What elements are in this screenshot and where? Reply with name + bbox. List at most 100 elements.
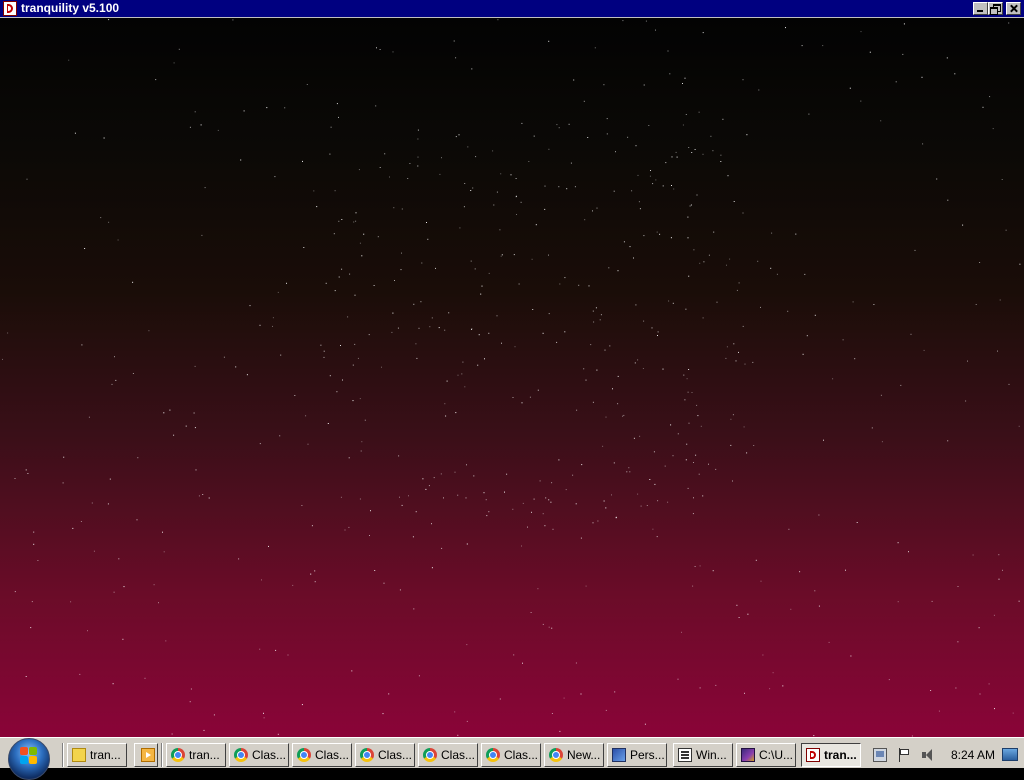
star <box>609 345 611 347</box>
star <box>100 217 102 219</box>
star <box>684 399 686 401</box>
show-desktop-icon[interactable] <box>1002 748 1018 761</box>
task-button-chrome[interactable]: Clas... <box>229 743 289 767</box>
star <box>531 511 532 513</box>
task-button-chrome[interactable]: Clas... <box>481 743 541 767</box>
star <box>656 231 658 233</box>
task-button-command-prompt[interactable]: C:\U... <box>736 743 796 767</box>
star <box>431 523 432 525</box>
restore-button[interactable] <box>988 2 1003 15</box>
star <box>504 491 505 493</box>
star <box>132 281 134 283</box>
star <box>155 79 157 81</box>
star <box>822 45 824 47</box>
chrome-icon <box>486 748 500 762</box>
star <box>417 138 419 140</box>
media-player-icon <box>141 748 155 762</box>
star <box>818 605 820 607</box>
star <box>464 183 466 184</box>
star <box>457 374 459 376</box>
star <box>633 437 635 439</box>
task-label: Clas... <box>252 748 287 762</box>
tranquility-app-icon[interactable] <box>3 1 17 16</box>
star <box>470 190 472 191</box>
task-button-media-player[interactable] <box>134 743 158 767</box>
volume-icon[interactable] <box>921 748 935 762</box>
star <box>643 320 645 322</box>
star <box>323 350 325 352</box>
star <box>373 285 375 286</box>
star <box>392 51 394 53</box>
star <box>605 416 607 418</box>
star <box>699 687 701 689</box>
star <box>634 362 636 364</box>
star <box>673 188 675 190</box>
star <box>340 345 341 346</box>
star <box>688 275 690 277</box>
star <box>888 679 890 681</box>
star <box>542 513 544 515</box>
star <box>458 134 460 136</box>
star <box>238 558 240 560</box>
minimize-button[interactable] <box>973 2 988 15</box>
star <box>683 374 685 376</box>
title-bar: tranquility v5.100 <box>0 0 1024 18</box>
star <box>144 677 146 679</box>
star <box>708 463 709 465</box>
star <box>947 440 949 442</box>
star <box>232 19 234 21</box>
star <box>564 277 566 279</box>
star <box>585 585 587 587</box>
star <box>379 49 381 50</box>
star <box>475 156 477 158</box>
star <box>513 254 515 256</box>
task-button-chrome[interactable]: New... <box>544 743 604 767</box>
star <box>592 522 594 524</box>
task-button-chrome[interactable]: tran... <box>166 743 226 767</box>
star <box>14 591 16 593</box>
star <box>979 262 981 263</box>
network-icon[interactable] <box>873 748 887 762</box>
clock[interactable]: 8:24 AM <box>951 747 995 763</box>
star <box>947 199 949 201</box>
close-button[interactable] <box>1006 2 1021 15</box>
star <box>361 441 363 443</box>
star <box>897 542 899 544</box>
star <box>426 222 427 223</box>
star <box>813 735 815 737</box>
task-button-personalization[interactable]: Pers... <box>607 743 667 767</box>
windows-start-orb-icon <box>8 738 50 780</box>
tranquility-app-icon <box>806 748 820 762</box>
task-button-chrome[interactable]: Clas... <box>355 743 415 767</box>
star <box>551 713 553 714</box>
task-button-tranquility[interactable]: tran... <box>801 743 861 767</box>
star <box>305 415 307 417</box>
star <box>368 334 370 336</box>
star <box>14 478 16 479</box>
star <box>732 480 733 482</box>
star <box>87 630 88 632</box>
star <box>280 354 282 356</box>
star <box>301 505 303 506</box>
star <box>360 450 362 452</box>
task-button-chrome[interactable]: Clas... <box>418 743 478 767</box>
star <box>599 319 601 321</box>
star <box>677 678 679 680</box>
star <box>217 129 219 131</box>
star <box>583 368 585 370</box>
star <box>467 146 469 148</box>
task-button-chrome[interactable]: Clas... <box>292 743 352 767</box>
start-button[interactable] <box>8 738 50 780</box>
star <box>2 358 3 360</box>
star <box>249 305 251 307</box>
star <box>408 495 409 497</box>
star <box>635 304 637 306</box>
star <box>165 640 167 642</box>
task-button-explorer[interactable]: tran... <box>67 743 127 767</box>
action-center-flag-icon[interactable] <box>897 748 911 762</box>
star <box>548 626 550 628</box>
task-button-window[interactable]: Win... <box>673 743 733 767</box>
starfield-canvas[interactable] <box>0 18 1024 737</box>
star <box>401 252 402 254</box>
star <box>407 178 409 179</box>
